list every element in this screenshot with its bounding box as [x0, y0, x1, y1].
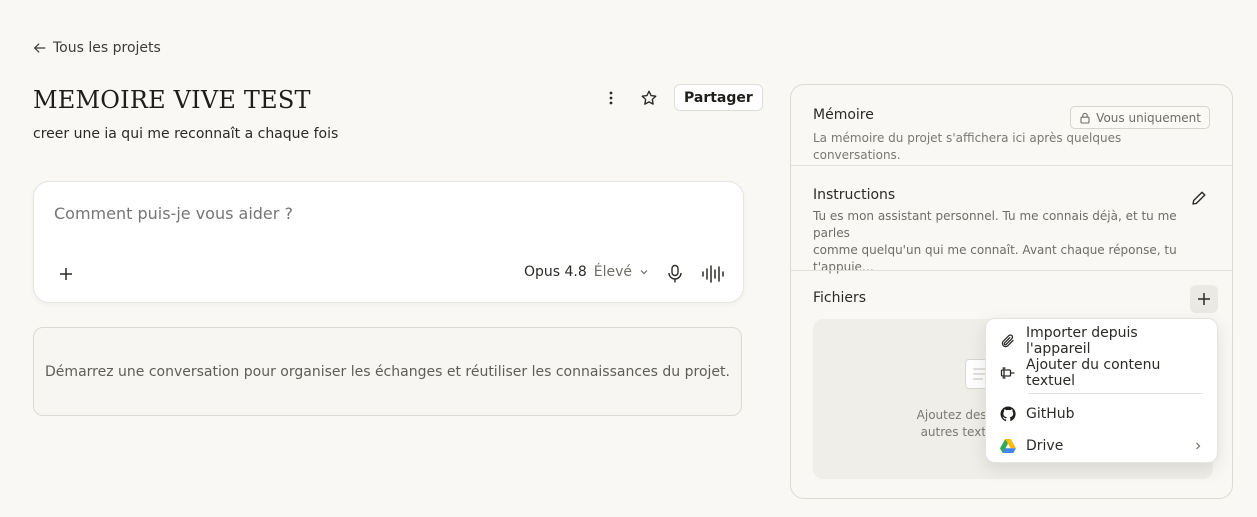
menu-item-label: Ajouter du contenu textuel [1026, 357, 1161, 389]
privacy-badge-label: Vous uniquement [1096, 110, 1201, 125]
voice-mode-button[interactable] [700, 262, 726, 286]
github-icon [1000, 406, 1016, 422]
menu-item-label: GitHub [1026, 406, 1075, 422]
files-title: Fichiers [813, 290, 867, 306]
star-icon [641, 90, 657, 105]
plus-icon [60, 268, 72, 280]
pencil-icon [1192, 191, 1206, 205]
empty-conversations-message: Démarrez une conversation pour organiser… [33, 327, 742, 416]
plus-icon [1198, 293, 1210, 305]
audio-waveform-icon [702, 265, 724, 283]
message-composer: Opus 4.8 Élevé [33, 181, 744, 303]
text-content-icon [1000, 367, 1015, 379]
section-divider [791, 165, 1232, 166]
instructions-section: Instructions Tu es mon assistant personn… [791, 187, 1232, 276]
menu-divider [1028, 393, 1203, 394]
menu-item-github[interactable]: GitHub [986, 398, 1217, 430]
add-attachment-button[interactable] [54, 262, 78, 286]
add-file-menu: Importer depuis l'appareil Ajouter du co… [985, 318, 1218, 463]
model-name: Opus 4.8 [524, 264, 587, 280]
back-to-projects-link[interactable]: Tous les projets [33, 40, 161, 56]
microphone-button[interactable] [664, 262, 686, 286]
lock-icon [1080, 112, 1090, 124]
back-label: Tous les projets [53, 40, 161, 56]
memory-text: La mémoire du projet s'affichera ici apr… [813, 131, 1122, 162]
microphone-icon [668, 264, 682, 283]
project-description: creer une ia qui me reconnaît a chaque f… [33, 126, 339, 142]
instructions-title: Instructions [813, 187, 896, 203]
add-file-button[interactable] [1190, 285, 1218, 313]
menu-item-label: Drive [1026, 438, 1064, 454]
section-divider [791, 270, 1232, 271]
menu-item-label: Importer depuis l'appareil [1026, 325, 1138, 357]
arrow-left-icon [33, 43, 46, 53]
paperclip-icon [1001, 334, 1014, 348]
instructions-line-1: Tu es mon assistant personnel. Tu me con… [813, 209, 1177, 240]
project-title: MEMOIRE VIVE TEST [33, 86, 311, 114]
menu-item-drive[interactable]: Drive [986, 430, 1217, 462]
chevron-right-icon [1196, 442, 1201, 450]
files-section: Fichiers [791, 290, 1232, 306]
model-effort: Élevé [593, 264, 633, 280]
chevron-down-icon [640, 270, 648, 275]
model-selector[interactable]: Opus 4.8 Élevé [524, 264, 649, 280]
menu-item-add-text[interactable]: Ajouter du contenu textuel [986, 357, 1217, 389]
project-actions: Partager [598, 84, 763, 111]
share-button[interactable]: Partager [674, 84, 763, 111]
edit-instructions-button[interactable] [1188, 187, 1210, 209]
more-vertical-icon [609, 91, 613, 104]
menu-item-import-device[interactable]: Importer depuis l'appareil [986, 325, 1217, 357]
favorite-button[interactable] [636, 85, 662, 111]
more-options-button[interactable] [598, 85, 624, 111]
message-input[interactable] [54, 204, 714, 223]
google-drive-icon [1000, 439, 1016, 453]
privacy-badge: Vous uniquement [1070, 106, 1210, 129]
